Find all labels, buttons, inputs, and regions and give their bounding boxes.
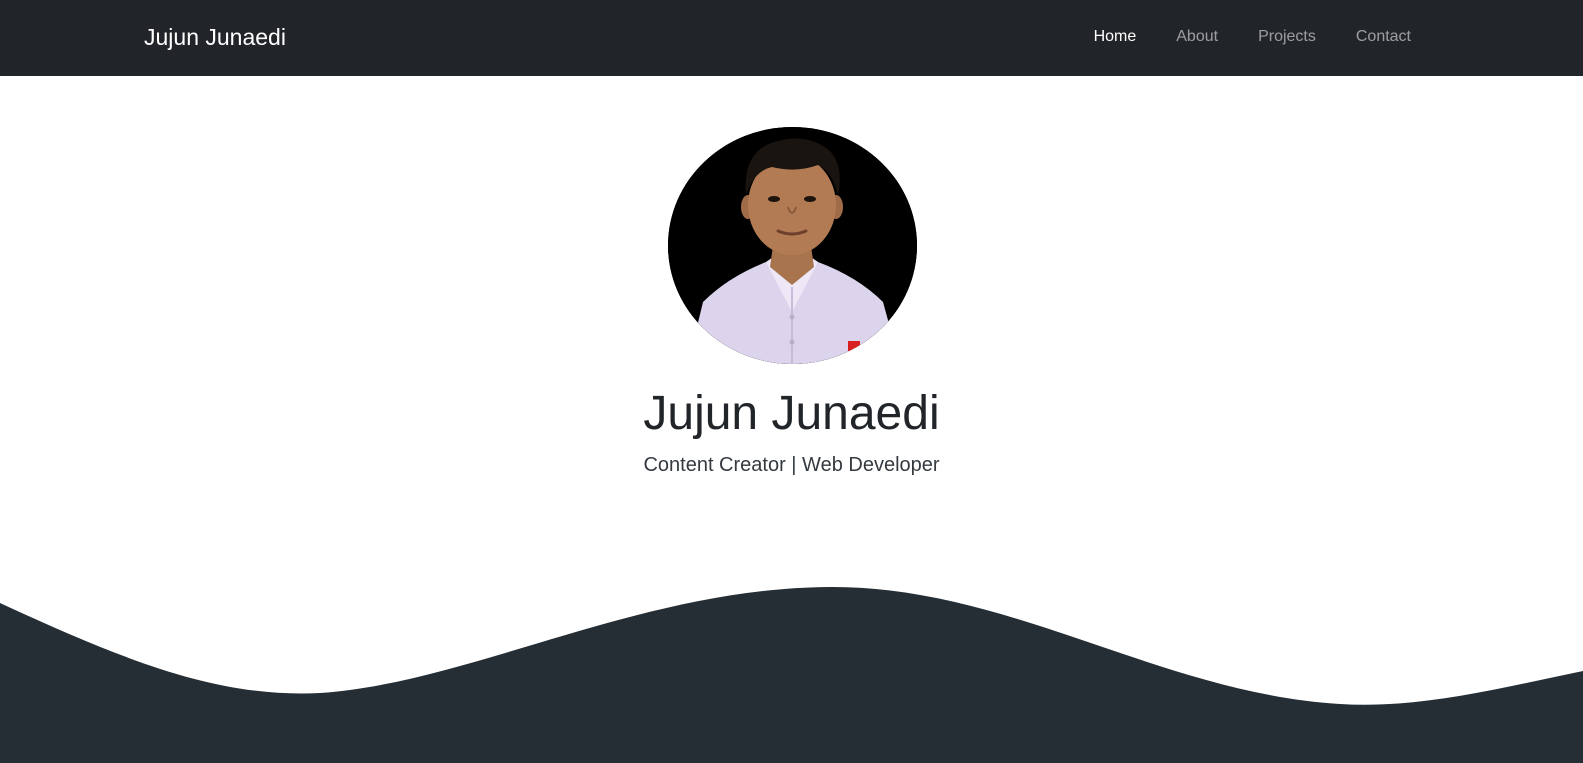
profile-photo-illustration [668, 127, 917, 364]
hero-name: Jujun Junaedi [643, 387, 940, 440]
nav-menu: Home About Projects Contact [1094, 28, 1411, 46]
nav-link-projects[interactable]: Projects [1258, 28, 1316, 45]
nav-item-home: Home [1094, 28, 1137, 46]
nav-link-contact[interactable]: Contact [1356, 28, 1411, 45]
hero-tagline: Content Creator | Web Developer [643, 454, 940, 476]
nav-item-about: About [1176, 28, 1218, 46]
profile-photo [668, 127, 917, 364]
nav-link-home[interactable]: Home [1094, 28, 1137, 45]
nav-link-about[interactable]: About [1176, 28, 1218, 45]
nav-item-projects: Projects [1258, 28, 1316, 46]
navbar-brand[interactable]: Jujun Junaedi [144, 24, 286, 51]
decorative-wave [0, 586, 1583, 763]
navbar: Jujun Junaedi Home About Projects Contac… [0, 0, 1583, 76]
nav-item-contact: Contact [1356, 28, 1411, 46]
